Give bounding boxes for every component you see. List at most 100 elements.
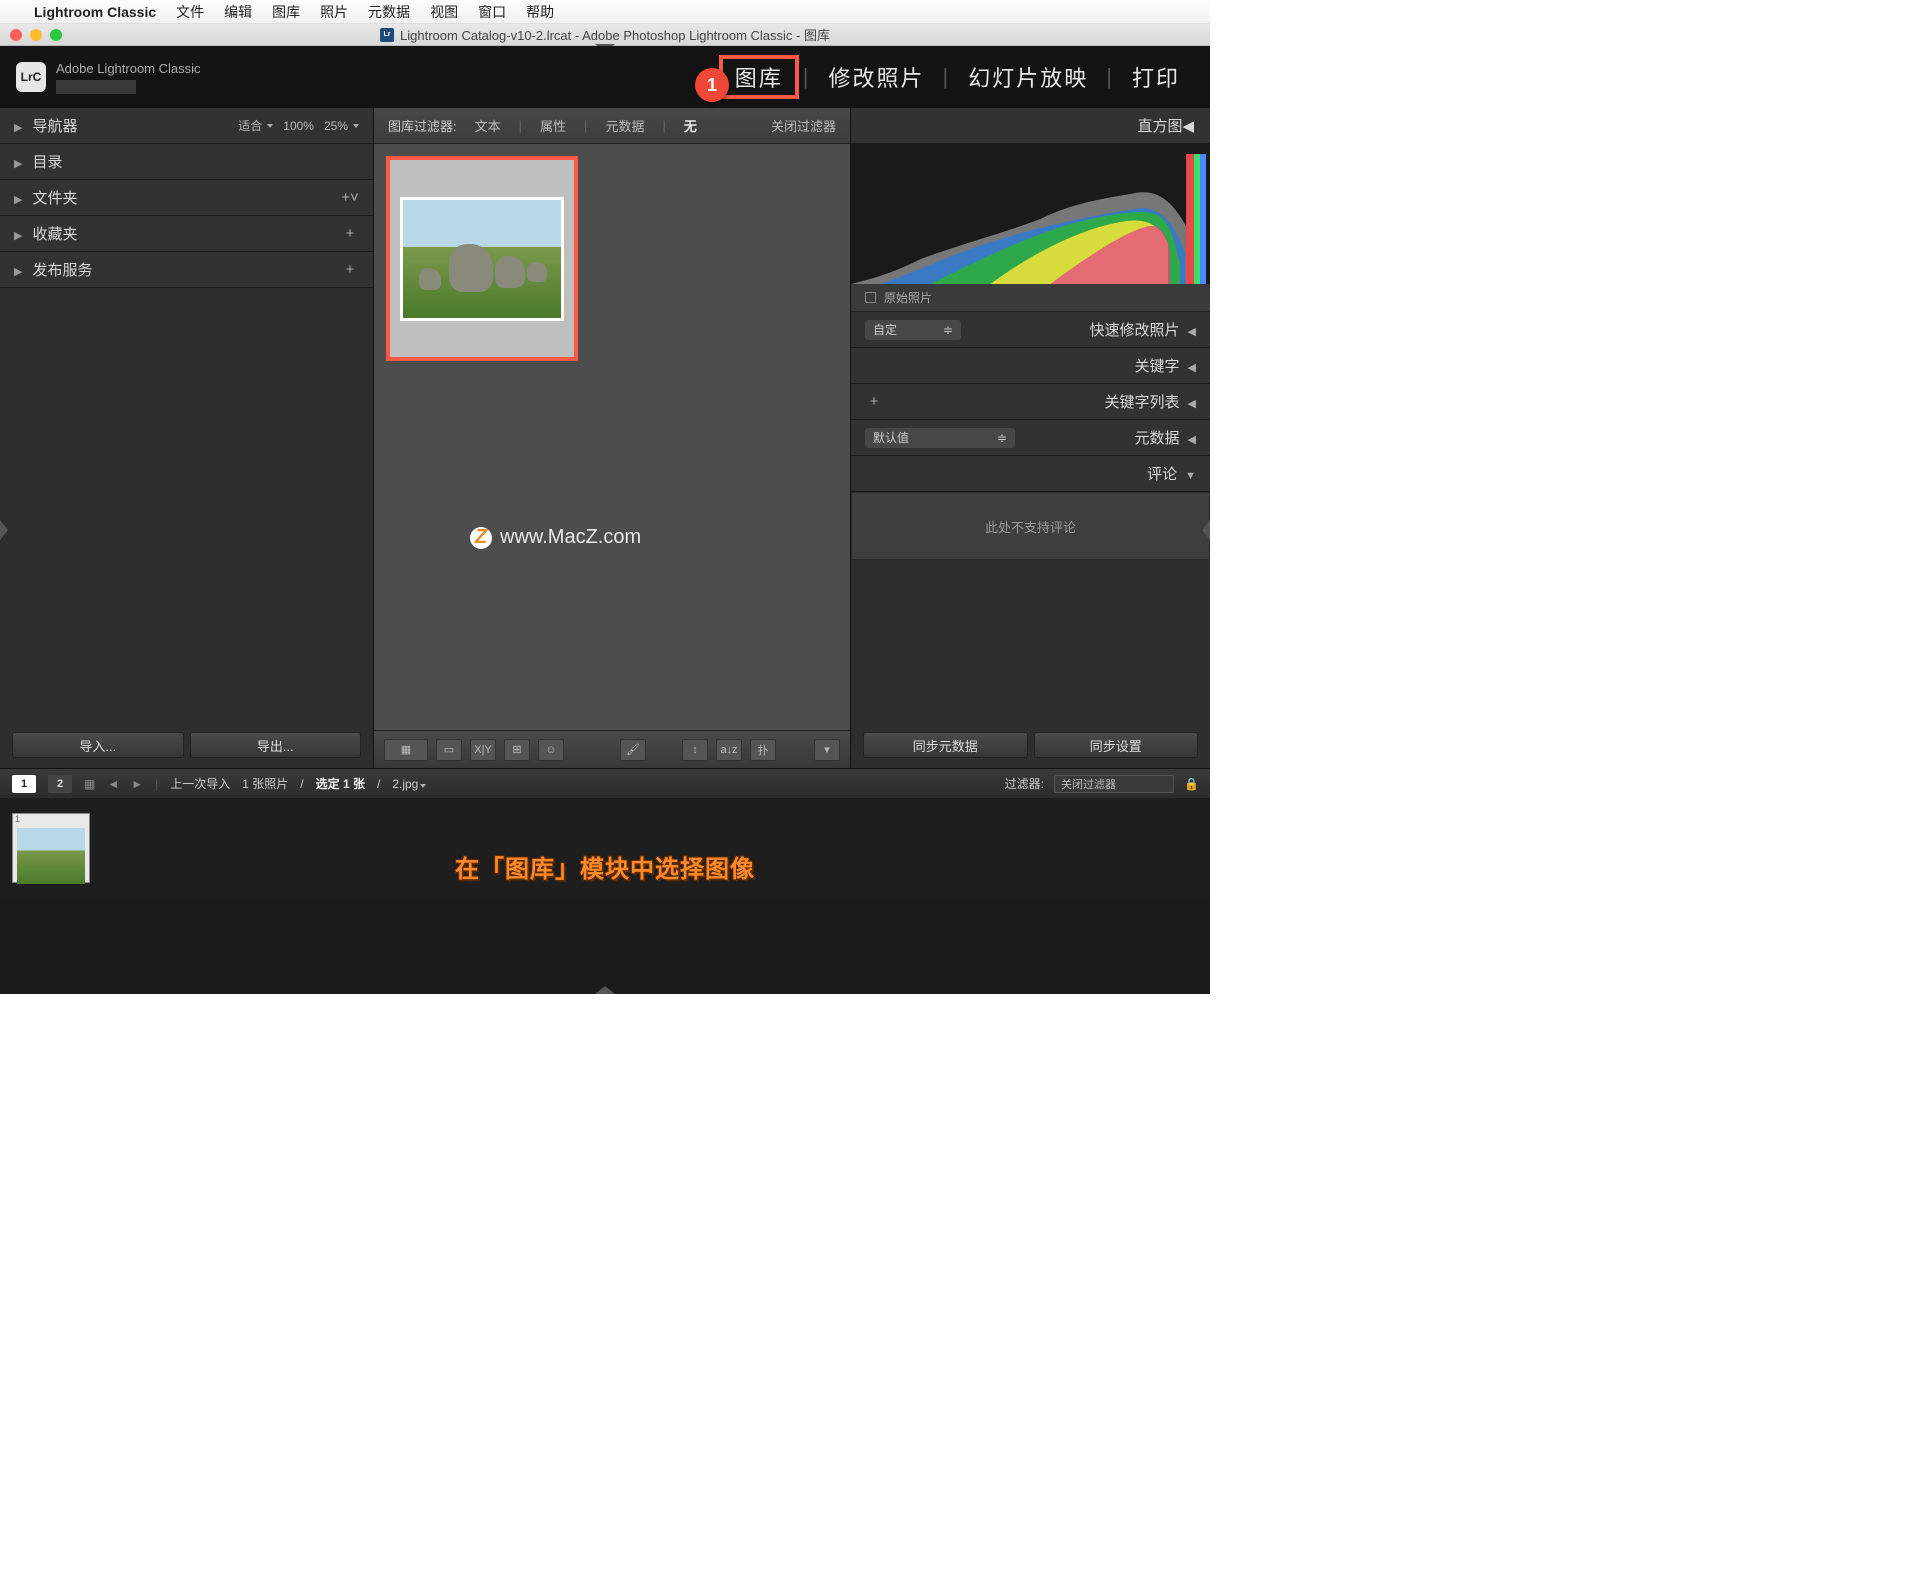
main-window-button[interactable]: 1 bbox=[12, 775, 36, 793]
import-button[interactable]: 导入... bbox=[12, 732, 184, 758]
filter-metadata[interactable]: 元数据 bbox=[605, 116, 644, 135]
filmstrip[interactable]: 1 在「图库」模块中选择图像 bbox=[0, 798, 1210, 898]
second-window-button[interactable]: 2 bbox=[48, 775, 72, 793]
filter-none[interactable]: 无 bbox=[684, 116, 697, 135]
center-area: 图库过滤器: 文本 | 属性 | 元数据 | 无 关闭过滤器 bbox=[374, 108, 850, 768]
breadcrumb-selected: 选定 1 张 bbox=[316, 775, 365, 792]
go-back-icon[interactable]: ◄ bbox=[107, 777, 119, 791]
go-forward-icon[interactable]: ► bbox=[131, 777, 143, 791]
add-folder-icon[interactable]: +˅ bbox=[341, 189, 359, 207]
module-develop[interactable]: 修改照片 bbox=[815, 55, 939, 99]
metadata-preset-select[interactable]: 默认值≑ bbox=[865, 428, 1015, 448]
histogram[interactable] bbox=[851, 144, 1210, 284]
panel-folders[interactable]: ▶文件夹 +˅ bbox=[0, 180, 373, 216]
menu-library[interactable]: 图库 bbox=[272, 2, 300, 22]
photo-thumbnail bbox=[403, 200, 561, 318]
filter-text[interactable]: 文本 bbox=[475, 116, 501, 135]
filter-attribute[interactable]: 属性 bbox=[540, 116, 566, 135]
menu-metadata[interactable]: 元数据 bbox=[368, 2, 410, 22]
quickdev-preset-select[interactable]: 自定≑ bbox=[865, 320, 961, 340]
thumb-index: 1 bbox=[15, 814, 20, 824]
window-title: Lr Lightroom Catalog-v10-2.lrcat - Adobe… bbox=[380, 25, 830, 44]
app-frame: LrC Adobe Lightroom Classic 图库 | 修改照片 | … bbox=[0, 46, 1210, 994]
watermark-icon: Z bbox=[470, 527, 492, 549]
bottom-panel-grip-icon[interactable] bbox=[595, 986, 615, 994]
sync-settings-button[interactable]: 同步设置 bbox=[1034, 732, 1199, 758]
library-filter-bar: 图库过滤器: 文本 | 属性 | 元数据 | 无 关闭过滤器 bbox=[374, 108, 850, 144]
module-slideshow[interactable]: 幻灯片放映 bbox=[954, 55, 1102, 99]
loupe-view-icon[interactable]: ▭ bbox=[436, 739, 462, 761]
panel-collections[interactable]: ▶收藏夹 + bbox=[0, 216, 373, 252]
left-panel-grip-icon[interactable] bbox=[0, 520, 8, 540]
filmstrip-filter-select[interactable]: 关闭过滤器 bbox=[1054, 775, 1174, 793]
macos-menubar: Lightroom Classic 文件 编辑 图库 照片 元数据 视图 窗口 … bbox=[0, 0, 1210, 24]
panel-navigator[interactable]: ▶导航器 适合 100% 25% bbox=[0, 108, 373, 144]
filter-off[interactable]: 关闭过滤器 bbox=[771, 116, 836, 135]
painter-icon[interactable]: 🖌 bbox=[620, 739, 646, 761]
catalog-doc-icon: Lr bbox=[380, 28, 394, 42]
panel-histogram-header[interactable]: 直方图◀ bbox=[851, 108, 1210, 144]
panel-keywording[interactable]: 关键字◀ bbox=[851, 348, 1210, 384]
grid-toolbar: ▦ ▭ X|Y ⊞ ☺ 🖌 ↕ a↓z 扑 ▾ bbox=[374, 730, 850, 768]
menu-edit[interactable]: 编辑 bbox=[224, 2, 252, 22]
sort-order-icon[interactable]: a↓z bbox=[716, 739, 742, 761]
disclosure-icon: ▶ bbox=[14, 121, 22, 134]
export-button[interactable]: 导出... bbox=[190, 732, 362, 758]
sync-metadata-button[interactable]: 同步元数据 bbox=[863, 732, 1028, 758]
people-view-icon[interactable]: ☺ bbox=[538, 739, 564, 761]
grid-view-icon[interactable]: ▦ bbox=[384, 739, 428, 761]
menu-view[interactable]: 视图 bbox=[430, 2, 458, 22]
grid-view[interactable] bbox=[374, 144, 850, 730]
grid-shortcut-icon[interactable]: ▦ bbox=[84, 777, 95, 791]
panel-catalog[interactable]: ▶目录 bbox=[0, 144, 373, 180]
thumbnail-selected[interactable] bbox=[386, 156, 578, 361]
minimize-icon[interactable] bbox=[30, 29, 42, 41]
identity-plate[interactable] bbox=[56, 80, 136, 94]
disclosure-icon: ▶ bbox=[14, 265, 22, 278]
watermark: Z www.MacZ.com bbox=[470, 526, 641, 549]
disclosure-icon: ▶ bbox=[14, 229, 22, 242]
sort-field[interactable]: 扑 bbox=[750, 739, 776, 761]
menu-help[interactable]: 帮助 bbox=[526, 2, 554, 22]
breadcrumb-count: 1 张照片 bbox=[242, 775, 288, 792]
compare-view-icon[interactable]: X|Y bbox=[470, 739, 496, 761]
toolbar-expand-icon[interactable]: ▾ bbox=[814, 739, 840, 761]
panel-comments[interactable]: 评论▼ bbox=[851, 456, 1210, 492]
add-publish-icon[interactable]: + bbox=[341, 261, 359, 279]
window-title-text: Lightroom Catalog-v10-2.lrcat - Adobe Ph… bbox=[400, 25, 830, 44]
add-keyword-icon[interactable]: + bbox=[865, 393, 883, 411]
panel-metadata[interactable]: 默认值≑ 元数据◀ bbox=[851, 420, 1210, 456]
close-icon[interactable] bbox=[10, 29, 22, 41]
window-titlebar: Lr Lightroom Catalog-v10-2.lrcat - Adobe… bbox=[0, 24, 1210, 46]
original-photo-row[interactable]: 原始照片 bbox=[851, 284, 1210, 312]
panel-keyword-list[interactable]: + 关键字列表◀ bbox=[851, 384, 1210, 420]
filmstrip-thumbnail[interactable]: 1 bbox=[12, 813, 90, 883]
zoom-100[interactable]: 100% bbox=[283, 117, 314, 134]
module-header: LrC Adobe Lightroom Classic 图库 | 修改照片 | … bbox=[0, 46, 1210, 108]
survey-view-icon[interactable]: ⊞ bbox=[504, 739, 530, 761]
zoom-icon[interactable] bbox=[50, 29, 62, 41]
breadcrumb-source[interactable]: 上一次导入 bbox=[170, 775, 230, 792]
panel-quick-develop[interactable]: 自定≑ 快速修改照片◀ bbox=[851, 312, 1210, 348]
breadcrumb-filename[interactable]: 2.jpg bbox=[392, 777, 426, 791]
zoom-fit[interactable]: 适合 bbox=[238, 117, 273, 134]
menu-window[interactable]: 窗口 bbox=[478, 2, 506, 22]
app-logo-icon: LrC bbox=[16, 62, 46, 92]
panel-publish[interactable]: ▶发布服务 + bbox=[0, 252, 373, 288]
checkbox-icon[interactable] bbox=[865, 292, 876, 303]
thumbnail-frame bbox=[400, 197, 564, 321]
app-name[interactable]: Lightroom Classic bbox=[34, 4, 156, 20]
right-panel-grip-icon[interactable] bbox=[1202, 520, 1210, 540]
module-print[interactable]: 打印 bbox=[1118, 55, 1194, 99]
module-library[interactable]: 图库 bbox=[719, 55, 799, 99]
tutorial-caption: 在「图库」模块中选择图像 bbox=[455, 849, 755, 884]
module-picker: 图库 | 修改照片 | 幻灯片放映 | 打印 bbox=[719, 55, 1194, 99]
filter-lock-icon[interactable]: 🔒 bbox=[1184, 777, 1198, 791]
add-collection-icon[interactable]: + bbox=[341, 225, 359, 243]
menu-photo[interactable]: 照片 bbox=[320, 2, 348, 22]
left-panel: ▶导航器 适合 100% 25% ▶目录 ▶文件夹 +˅ ▶收藏夹 + ▶发布服… bbox=[0, 108, 374, 768]
zoom-25[interactable]: 25% bbox=[324, 117, 359, 134]
sort-direction-icon[interactable]: ↕ bbox=[682, 739, 708, 761]
menu-file[interactable]: 文件 bbox=[176, 2, 204, 22]
annotation-badge-1: 1 bbox=[695, 68, 729, 102]
